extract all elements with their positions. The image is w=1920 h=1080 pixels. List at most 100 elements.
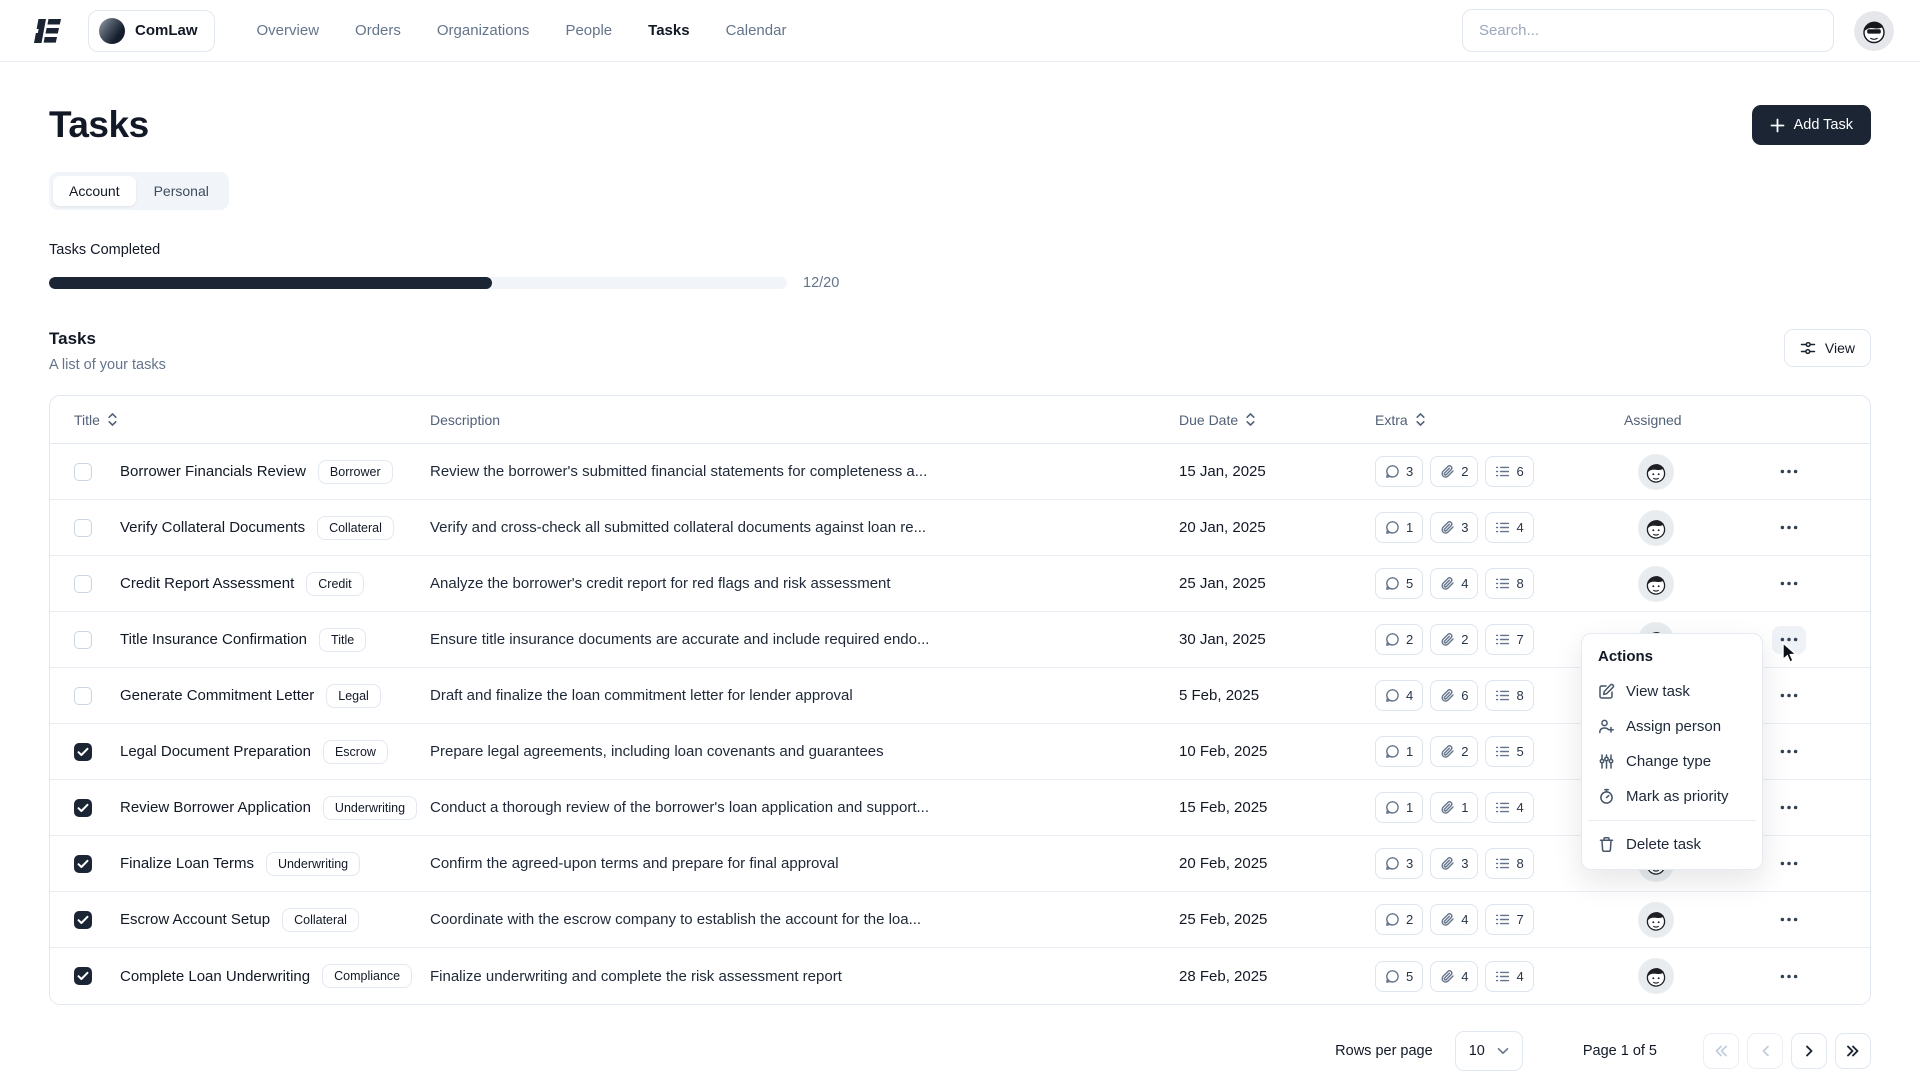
table-row: Complete Loan Underwriting Compliance Fi… [50,948,1870,1004]
comments-badge[interactable]: 5 [1375,961,1423,992]
attachments-badge[interactable]: 2 [1430,736,1478,767]
comment-icon [1385,912,1400,927]
row-actions-button[interactable] [1772,626,1806,654]
comments-badge[interactable]: 2 [1375,904,1423,935]
comments-badge[interactable]: 1 [1375,736,1423,767]
task-checkbox[interactable] [74,631,92,649]
attachments-badge[interactable]: 3 [1430,848,1478,879]
comments-count: 4 [1406,688,1413,703]
attachments-badge[interactable]: 3 [1430,512,1478,543]
attachments-badge[interactable]: 4 [1430,961,1478,992]
task-type-badge: Borrower [318,460,393,484]
first-page-button[interactable] [1703,1033,1739,1069]
previous-page-button[interactable] [1747,1033,1783,1069]
column-header-extra[interactable]: Extra [1375,412,1600,428]
tab-account[interactable]: Account [53,176,136,206]
row-actions-button[interactable] [1772,850,1806,878]
tab-personal[interactable]: Personal [138,176,225,206]
column-header-due-date[interactable]: Due Date [1179,412,1375,428]
menu-item-change-type[interactable]: Change type [1588,744,1756,779]
attachments-count: 1 [1461,800,1468,815]
menu-item-mark-as-priority[interactable]: Mark as priority [1588,779,1756,814]
assignee-avatar [1638,510,1758,546]
comments-badge[interactable]: 2 [1375,624,1423,655]
subtasks-count: 7 [1516,632,1523,647]
table-row: Escrow Account Setup Collateral Coordina… [50,892,1870,948]
comments-badge[interactable]: 3 [1375,848,1423,879]
task-checkbox[interactable] [74,575,92,593]
attachments-badge[interactable]: 1 [1430,792,1478,823]
task-checkbox[interactable] [74,463,92,481]
row-actions-button[interactable] [1772,458,1806,486]
comments-badge[interactable]: 1 [1375,512,1423,543]
menu-item-view-task[interactable]: View task [1588,674,1756,709]
row-actions-button[interactable] [1772,570,1806,598]
nav-item-calendar[interactable]: Calendar [726,22,787,39]
next-page-button[interactable] [1791,1033,1827,1069]
subtasks-badge[interactable]: 5 [1485,736,1533,767]
row-actions-button[interactable] [1772,682,1806,710]
nav-item-organizations[interactable]: Organizations [437,22,530,39]
menu-item-assign-person[interactable]: Assign person [1588,709,1756,744]
attachments-badge[interactable]: 4 [1430,904,1478,935]
user-avatar[interactable] [1854,11,1894,51]
row-actions-button[interactable] [1772,514,1806,542]
subtasks-badge[interactable]: 4 [1485,792,1533,823]
nav-item-people[interactable]: People [565,22,612,39]
row-actions-button[interactable] [1772,962,1806,990]
checklist-icon [1495,688,1510,703]
comments-badge[interactable]: 5 [1375,568,1423,599]
rows-per-page-label: Rows per page [1335,1043,1433,1059]
column-header-title[interactable]: Title [74,412,430,428]
task-checkbox[interactable] [74,855,92,873]
checklist-icon [1495,912,1510,927]
task-checkbox[interactable] [74,687,92,705]
task-checkbox[interactable] [74,743,92,761]
row-actions-button[interactable] [1772,794,1806,822]
subtasks-badge[interactable]: 7 [1485,624,1533,655]
task-checkbox[interactable] [74,967,92,985]
task-checkbox[interactable] [74,519,92,537]
view-settings-icon [1800,340,1816,356]
task-due-date: 10 Feb, 2025 [1179,743,1375,760]
view-button[interactable]: View [1784,329,1871,367]
paperclip-icon [1440,800,1455,815]
attachments-badge[interactable]: 6 [1430,680,1478,711]
comments-badge[interactable]: 1 [1375,792,1423,823]
checklist-icon [1495,464,1510,479]
task-description: Verify and cross-check all submitted col… [430,519,1179,536]
task-checkbox[interactable] [74,799,92,817]
attachments-count: 4 [1461,576,1468,591]
last-page-button[interactable] [1835,1033,1871,1069]
nav-item-orders[interactable]: Orders [355,22,401,39]
sort-icon [1244,412,1257,427]
task-due-date: 15 Feb, 2025 [1179,799,1375,816]
menu-item-delete-task[interactable]: Delete task [1588,827,1756,862]
subtasks-badge[interactable]: 4 [1485,512,1533,543]
nav-item-tasks[interactable]: Tasks [648,22,689,39]
comments-badge[interactable]: 3 [1375,456,1423,487]
add-task-button[interactable]: Add Task [1752,105,1871,145]
subtasks-count: 5 [1516,744,1523,759]
row-actions-button[interactable] [1772,738,1806,766]
rows-per-page-select[interactable]: 10 [1455,1031,1523,1071]
task-type-badge: Underwriting [266,852,360,876]
brand-button[interactable]: ComLaw [88,10,215,52]
row-actions-button[interactable] [1772,906,1806,934]
search-input[interactable] [1462,9,1834,52]
task-type-badge: Compliance [322,964,412,988]
actions-menu-title: Actions [1588,641,1756,674]
nav-item-overview[interactable]: Overview [257,22,320,39]
subtasks-badge[interactable]: 8 [1485,848,1533,879]
subtasks-badge[interactable]: 6 [1485,456,1533,487]
comment-icon [1385,464,1400,479]
subtasks-badge[interactable]: 8 [1485,680,1533,711]
attachments-badge[interactable]: 4 [1430,568,1478,599]
comments-badge[interactable]: 4 [1375,680,1423,711]
attachments-badge[interactable]: 2 [1430,456,1478,487]
subtasks-badge[interactable]: 4 [1485,961,1533,992]
subtasks-badge[interactable]: 8 [1485,568,1533,599]
task-checkbox[interactable] [74,911,92,929]
attachments-badge[interactable]: 2 [1430,624,1478,655]
subtasks-badge[interactable]: 7 [1485,904,1533,935]
